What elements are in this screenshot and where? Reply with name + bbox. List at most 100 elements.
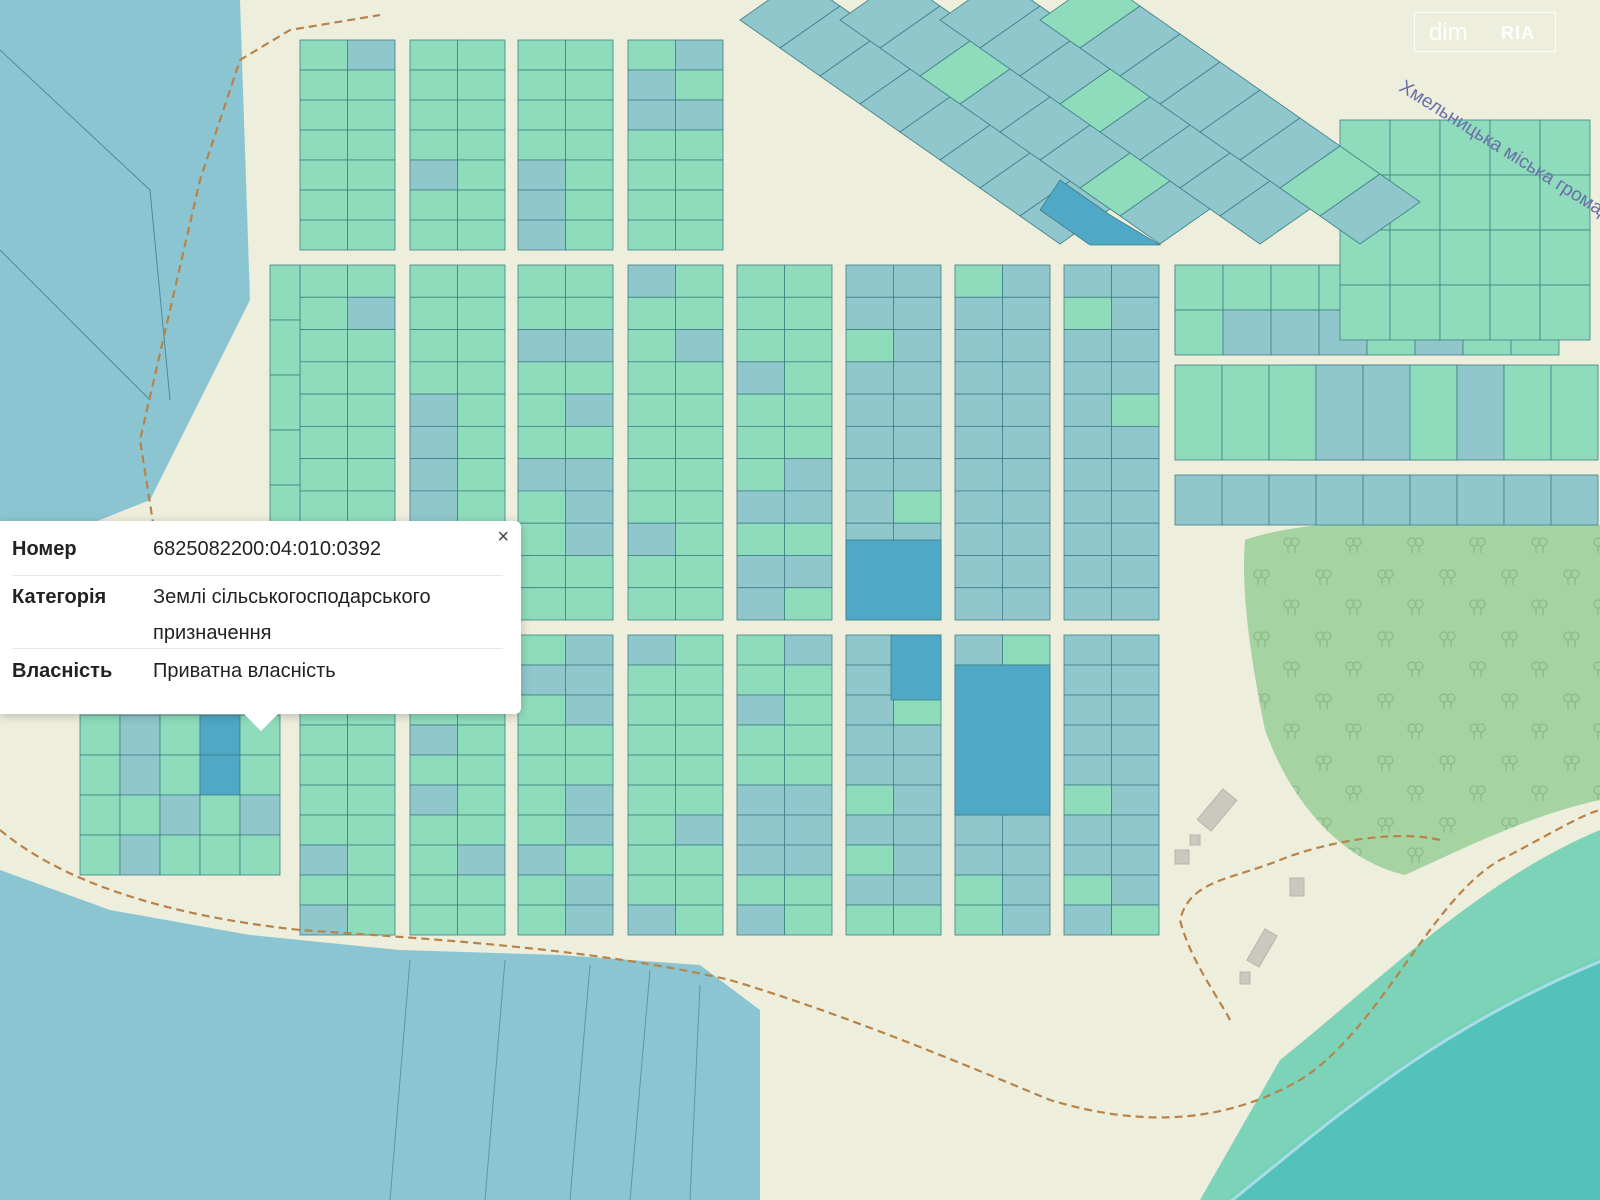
land-plot[interactable] (627, 329, 676, 363)
land-plot[interactable] (457, 754, 506, 786)
land-plot[interactable] (845, 754, 894, 786)
land-plot[interactable] (199, 754, 241, 796)
land-plot[interactable] (1063, 393, 1112, 427)
land-plot[interactable] (119, 794, 161, 836)
land-plot[interactable] (675, 329, 724, 363)
land-plot[interactable] (517, 874, 566, 906)
land-plot[interactable] (627, 724, 676, 756)
land-plot[interactable] (565, 844, 614, 876)
land-plot[interactable] (299, 129, 348, 161)
land-plot[interactable] (239, 794, 281, 836)
land-plot[interactable] (199, 794, 241, 836)
land-plot[interactable] (347, 724, 396, 756)
land-plot[interactable] (1111, 264, 1160, 298)
land-plot[interactable] (675, 129, 724, 161)
land-plot[interactable] (565, 784, 614, 816)
land-plot[interactable] (79, 754, 121, 796)
land-plot[interactable] (1111, 814, 1160, 846)
land-plot[interactable] (675, 490, 724, 524)
land-plot[interactable] (675, 904, 724, 936)
land-plot[interactable] (565, 458, 614, 492)
land-plot[interactable] (627, 129, 676, 161)
land-plot[interactable] (627, 458, 676, 492)
land-plot[interactable] (1222, 264, 1272, 311)
land-plot[interactable] (409, 129, 458, 161)
land-plot[interactable] (784, 814, 833, 846)
land-plot[interactable] (409, 754, 458, 786)
land-plot[interactable] (845, 694, 894, 726)
land-plot[interactable] (893, 458, 942, 492)
land-plot[interactable] (736, 587, 785, 621)
land-plot[interactable] (1339, 284, 1391, 341)
land-plot[interactable] (784, 754, 833, 786)
land-plot[interactable] (409, 219, 458, 251)
land-plot[interactable] (1063, 522, 1112, 556)
land-plot[interactable] (845, 634, 894, 666)
land-plot[interactable] (517, 264, 566, 298)
land-plot[interactable] (845, 490, 894, 524)
land-plot[interactable] (517, 490, 566, 524)
land-plot[interactable] (845, 264, 894, 298)
land-plot[interactable] (1489, 174, 1541, 231)
land-plot[interactable] (627, 874, 676, 906)
land-plot[interactable] (347, 99, 396, 131)
land-plot[interactable] (517, 634, 566, 666)
land-plot[interactable] (239, 754, 281, 796)
land-plot[interactable] (409, 490, 458, 524)
land-plot[interactable] (1063, 458, 1112, 492)
land-plot[interactable] (565, 522, 614, 556)
land-plot[interactable] (347, 425, 396, 460)
land-plot[interactable] (409, 296, 458, 330)
land-plot[interactable] (299, 189, 348, 221)
land-plot[interactable] (1111, 784, 1160, 816)
land-plot[interactable] (1002, 296, 1051, 330)
land-plot[interactable] (1539, 284, 1591, 341)
land-plot[interactable] (1111, 425, 1160, 460)
land-plot[interactable] (784, 784, 833, 816)
land-plot[interactable] (784, 264, 833, 298)
land-plot[interactable] (409, 393, 458, 427)
land-plot[interactable] (954, 361, 1003, 395)
land-plot[interactable] (954, 264, 1003, 298)
land-plot[interactable] (675, 296, 724, 330)
land-plot[interactable] (627, 264, 676, 298)
land-plot[interactable] (627, 694, 676, 726)
land-plot[interactable] (409, 874, 458, 906)
land-plot[interactable] (954, 814, 1003, 846)
land-plot[interactable] (159, 714, 201, 756)
land-plot[interactable] (517, 724, 566, 756)
land-plot[interactable] (1111, 458, 1160, 492)
land-plot[interactable] (1456, 474, 1505, 526)
land-plot[interactable] (1268, 474, 1317, 526)
land-plot[interactable] (457, 393, 506, 427)
land-plot[interactable] (1268, 364, 1317, 461)
land-plot[interactable] (1550, 474, 1599, 526)
land-plot[interactable] (845, 539, 942, 621)
land-plot[interactable] (299, 393, 348, 427)
land-plot[interactable] (784, 694, 833, 726)
land-plot[interactable] (565, 99, 614, 131)
land-plot[interactable] (627, 490, 676, 524)
land-plot[interactable] (457, 361, 506, 395)
land-plot[interactable] (79, 714, 121, 756)
land-plot[interactable] (893, 784, 942, 816)
land-plot[interactable] (954, 874, 1003, 906)
land-plot[interactable] (409, 69, 458, 101)
land-plot[interactable] (457, 69, 506, 101)
land-plot[interactable] (627, 784, 676, 816)
land-plot[interactable] (893, 724, 942, 756)
land-plot[interactable] (675, 724, 724, 756)
land-plot[interactable] (1270, 309, 1320, 356)
land-plot[interactable] (1389, 229, 1441, 286)
land-plot[interactable] (1111, 664, 1160, 696)
land-plot[interactable] (1002, 522, 1051, 556)
land-plot[interactable] (784, 844, 833, 876)
land-plot[interactable] (409, 159, 458, 191)
land-plot[interactable] (675, 159, 724, 191)
land-plot[interactable] (675, 874, 724, 906)
land-plot[interactable] (1111, 522, 1160, 556)
land-plot[interactable] (1002, 490, 1051, 524)
land-plot[interactable] (457, 99, 506, 131)
land-plot[interactable] (627, 219, 676, 251)
land-plot[interactable] (1063, 664, 1112, 696)
